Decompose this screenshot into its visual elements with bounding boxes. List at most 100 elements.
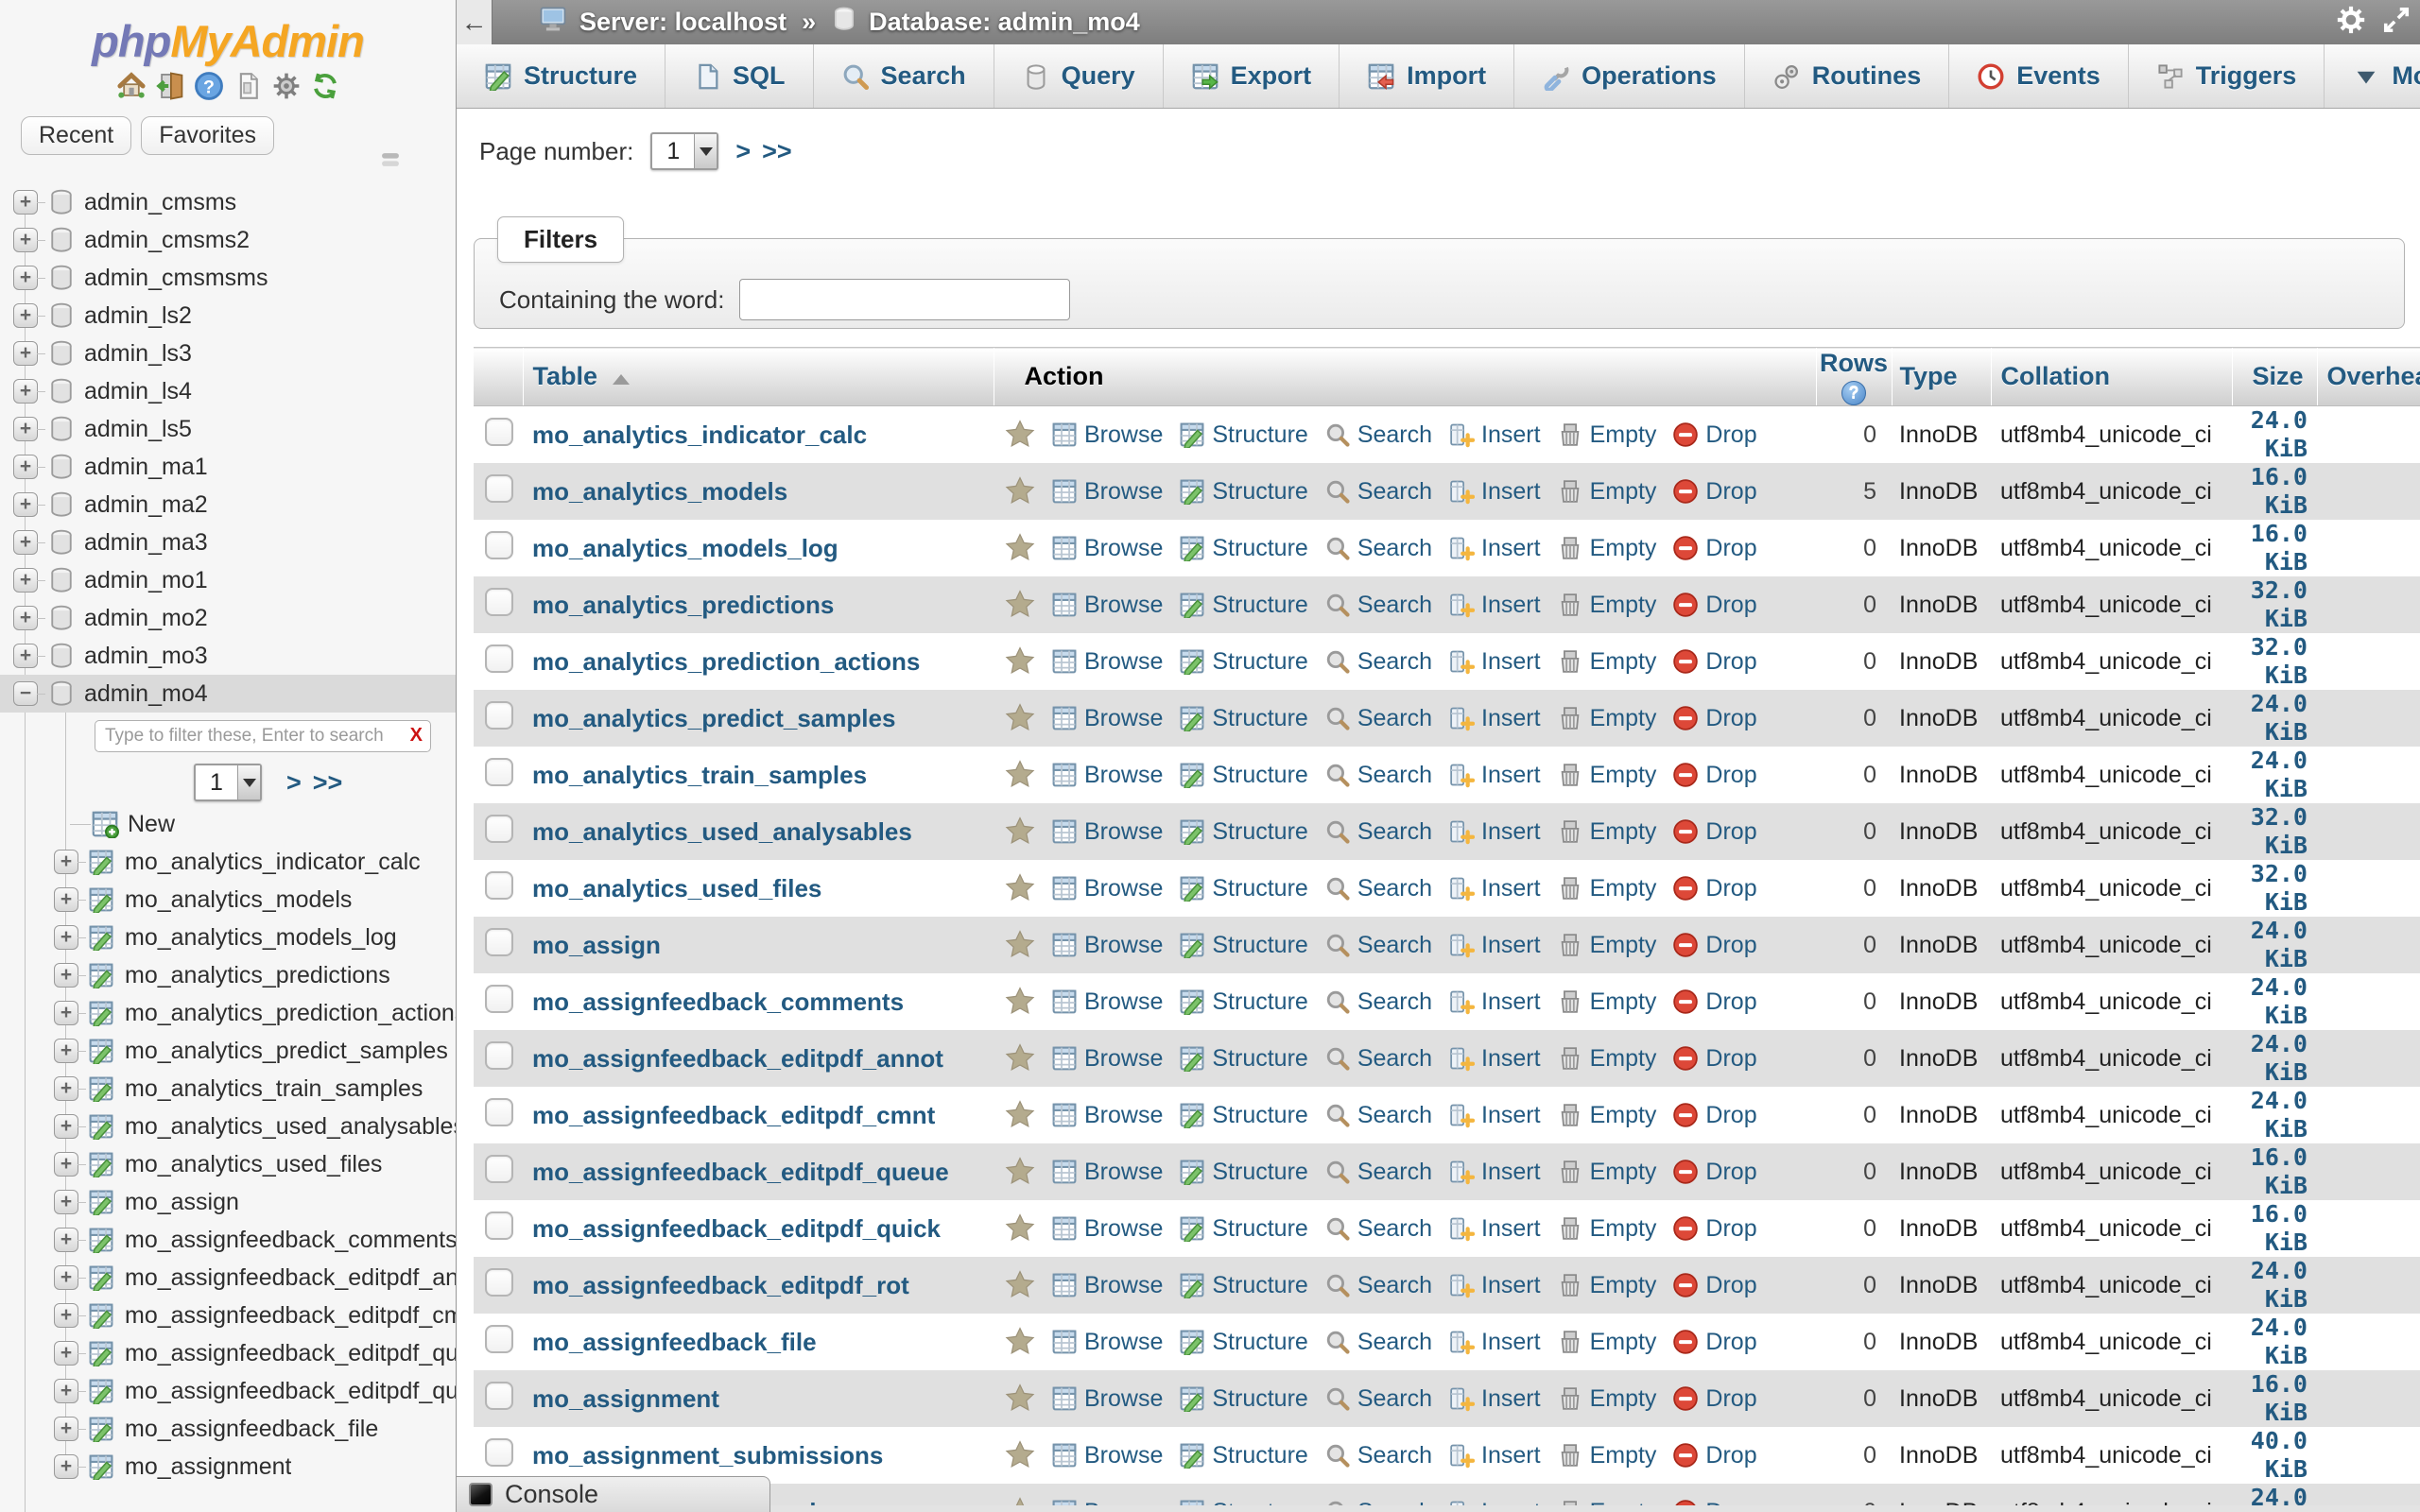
insert-action[interactable]: Insert [1448, 1385, 1541, 1413]
table-name-link[interactable]: mo_assignfeedback_comments [532, 988, 904, 1016]
expand-icon[interactable] [13, 644, 45, 668]
sidebar-table-item[interactable]: mo_analytics_train_samples [0, 1070, 456, 1108]
row-checkbox[interactable] [485, 1381, 513, 1410]
row-checkbox[interactable] [485, 1040, 513, 1070]
tab-more[interactable]: More [2325, 44, 2420, 108]
table-name-link[interactable]: mo_analytics_models_log [532, 534, 838, 562]
insert-action[interactable]: Insert [1448, 1442, 1541, 1469]
expand-icon[interactable] [13, 303, 45, 328]
sidebar-db-item[interactable]: admin_cmsms2 [0, 221, 456, 259]
favorite-star-icon[interactable] [1005, 476, 1035, 507]
expand-icon[interactable] [13, 266, 45, 290]
structure-action[interactable]: Structure [1179, 1102, 1308, 1129]
empty-action[interactable]: Empty [1557, 875, 1656, 902]
search-action[interactable]: Search [1324, 818, 1432, 846]
new-table-item[interactable]: New [70, 805, 456, 843]
favorite-star-icon[interactable] [1005, 1043, 1035, 1074]
browse-action[interactable]: Browse [1051, 1102, 1163, 1129]
search-action[interactable]: Search [1324, 478, 1432, 506]
next-page-link[interactable]: > [735, 137, 751, 166]
row-size[interactable]: 24.0KiB [2232, 1314, 2317, 1370]
row-checkbox[interactable] [485, 1437, 513, 1467]
search-action[interactable]: Search [1324, 1329, 1432, 1356]
expand-icon[interactable] [54, 1228, 86, 1252]
expand-icon[interactable] [54, 1379, 86, 1403]
row-size[interactable]: 16.0 KiB [2232, 463, 2317, 520]
row-size[interactable]: 16.0 KiB [2232, 1143, 2317, 1200]
row-size[interactable]: 40.0 KiB [2232, 1427, 2317, 1484]
search-action[interactable]: Search [1324, 535, 1432, 562]
sidebar-db-item[interactable]: admin_ls5 [0, 410, 456, 448]
browse-action[interactable]: Browse [1051, 1215, 1163, 1243]
row-checkbox[interactable] [485, 587, 513, 616]
row-checkbox[interactable] [485, 870, 513, 900]
tab-query[interactable]: Query [994, 44, 1164, 108]
row-size[interactable]: 24.0KiB [2232, 1030, 2317, 1087]
row-size[interactable]: 32.0 KiB [2232, 576, 2317, 633]
tree-page-select[interactable]: 1 [194, 764, 262, 801]
drop-action[interactable]: Drop [1672, 535, 1757, 562]
sidebar-table-item[interactable]: mo_assignfeedback_editpdf_cmnt [0, 1297, 456, 1334]
browse-action[interactable]: Browse [1051, 705, 1163, 732]
drop-action[interactable]: Drop [1672, 478, 1757, 506]
structure-action[interactable]: Structure [1179, 1159, 1308, 1186]
row-size[interactable]: 24.0KiB [2232, 973, 2317, 1030]
row-size[interactable]: 24.0KiB [2232, 1257, 2317, 1314]
browse-action[interactable]: Browse [1051, 1159, 1163, 1186]
sidebar-table-item[interactable]: mo_analytics_predict_samples [0, 1032, 456, 1070]
phpmyadmin-logo[interactable]: phpMyAdmin [0, 15, 456, 67]
browse-action[interactable]: Browse [1051, 818, 1163, 846]
row-size[interactable]: 32.0 KiB [2232, 633, 2317, 690]
tree-next-page-link[interactable]: > [286, 768, 302, 798]
type-header[interactable]: Type [1891, 347, 1991, 406]
structure-action[interactable]: Structure [1179, 1272, 1308, 1299]
empty-action[interactable]: Empty [1557, 1385, 1656, 1413]
sidebar-db-item[interactable]: admin_ma3 [0, 524, 456, 561]
sort-table-header[interactable]: Table [533, 362, 598, 390]
structure-action[interactable]: Structure [1179, 1385, 1308, 1413]
panel-handle-icon[interactable] [380, 149, 401, 175]
table-name-link[interactable]: mo_assignment [532, 1384, 719, 1413]
sidebar-db-item-selected[interactable]: admin_mo4 [0, 675, 456, 713]
sidebar-table-item[interactable]: mo_analytics_used_files [0, 1145, 456, 1183]
drop-action[interactable]: Drop [1672, 1385, 1757, 1413]
expand-icon[interactable] [13, 379, 45, 404]
overhead-header[interactable]: Overhead [2316, 347, 2420, 406]
expand-icon[interactable] [13, 530, 45, 555]
table-name-link[interactable]: mo_assignfeedback_file [532, 1328, 817, 1356]
browse-action[interactable]: Browse [1051, 1045, 1163, 1073]
insert-action[interactable]: Insert [1448, 762, 1541, 789]
collation-header[interactable]: Collation [1990, 347, 2232, 406]
expand-icon[interactable] [13, 568, 45, 593]
sidebar-table-item[interactable]: mo_analytics_used_analysables [0, 1108, 456, 1145]
sidebar-db-item[interactable]: admin_ma2 [0, 486, 456, 524]
row-size[interactable]: 24.0KiB [2232, 917, 2317, 973]
search-action[interactable]: Search [1324, 1442, 1432, 1469]
sidebar-db-item[interactable]: admin_ls2 [0, 297, 456, 335]
empty-action[interactable]: Empty [1557, 478, 1656, 506]
table-name-link[interactable]: mo_assign [532, 931, 661, 959]
tree-filter-input[interactable] [95, 720, 431, 752]
search-action[interactable]: Search [1324, 1385, 1432, 1413]
structure-action[interactable]: Structure [1179, 421, 1308, 449]
search-action[interactable]: Search [1324, 421, 1432, 449]
expand-icon[interactable] [54, 1001, 86, 1025]
row-checkbox[interactable] [485, 927, 513, 956]
structure-action[interactable]: Structure [1179, 818, 1308, 846]
empty-action[interactable]: Empty [1557, 535, 1656, 562]
tab-events[interactable]: Events [1949, 44, 2129, 108]
sidebar-db-item[interactable]: admin_ls4 [0, 372, 456, 410]
insert-action[interactable]: Insert [1448, 988, 1541, 1016]
sidebar-db-item[interactable]: admin_mo2 [0, 599, 456, 637]
table-name-link[interactable]: mo_analytics_predictions [532, 591, 834, 619]
expand-icon[interactable] [54, 1417, 86, 1441]
empty-action[interactable]: Empty [1557, 592, 1656, 619]
table-name-link[interactable]: mo_analytics_used_files [532, 874, 821, 902]
sidebar-table-item[interactable]: mo_analytics_indicator_calc [0, 843, 456, 881]
sidebar-table-item[interactable]: mo_assignfeedback_editpdf_quick [0, 1372, 456, 1410]
expand-icon[interactable] [13, 606, 45, 630]
drop-action[interactable]: Drop [1672, 1102, 1757, 1129]
tab-operations[interactable]: Operations [1514, 44, 1745, 108]
empty-action[interactable]: Empty [1557, 818, 1656, 846]
favorite-star-icon[interactable] [1005, 816, 1035, 847]
